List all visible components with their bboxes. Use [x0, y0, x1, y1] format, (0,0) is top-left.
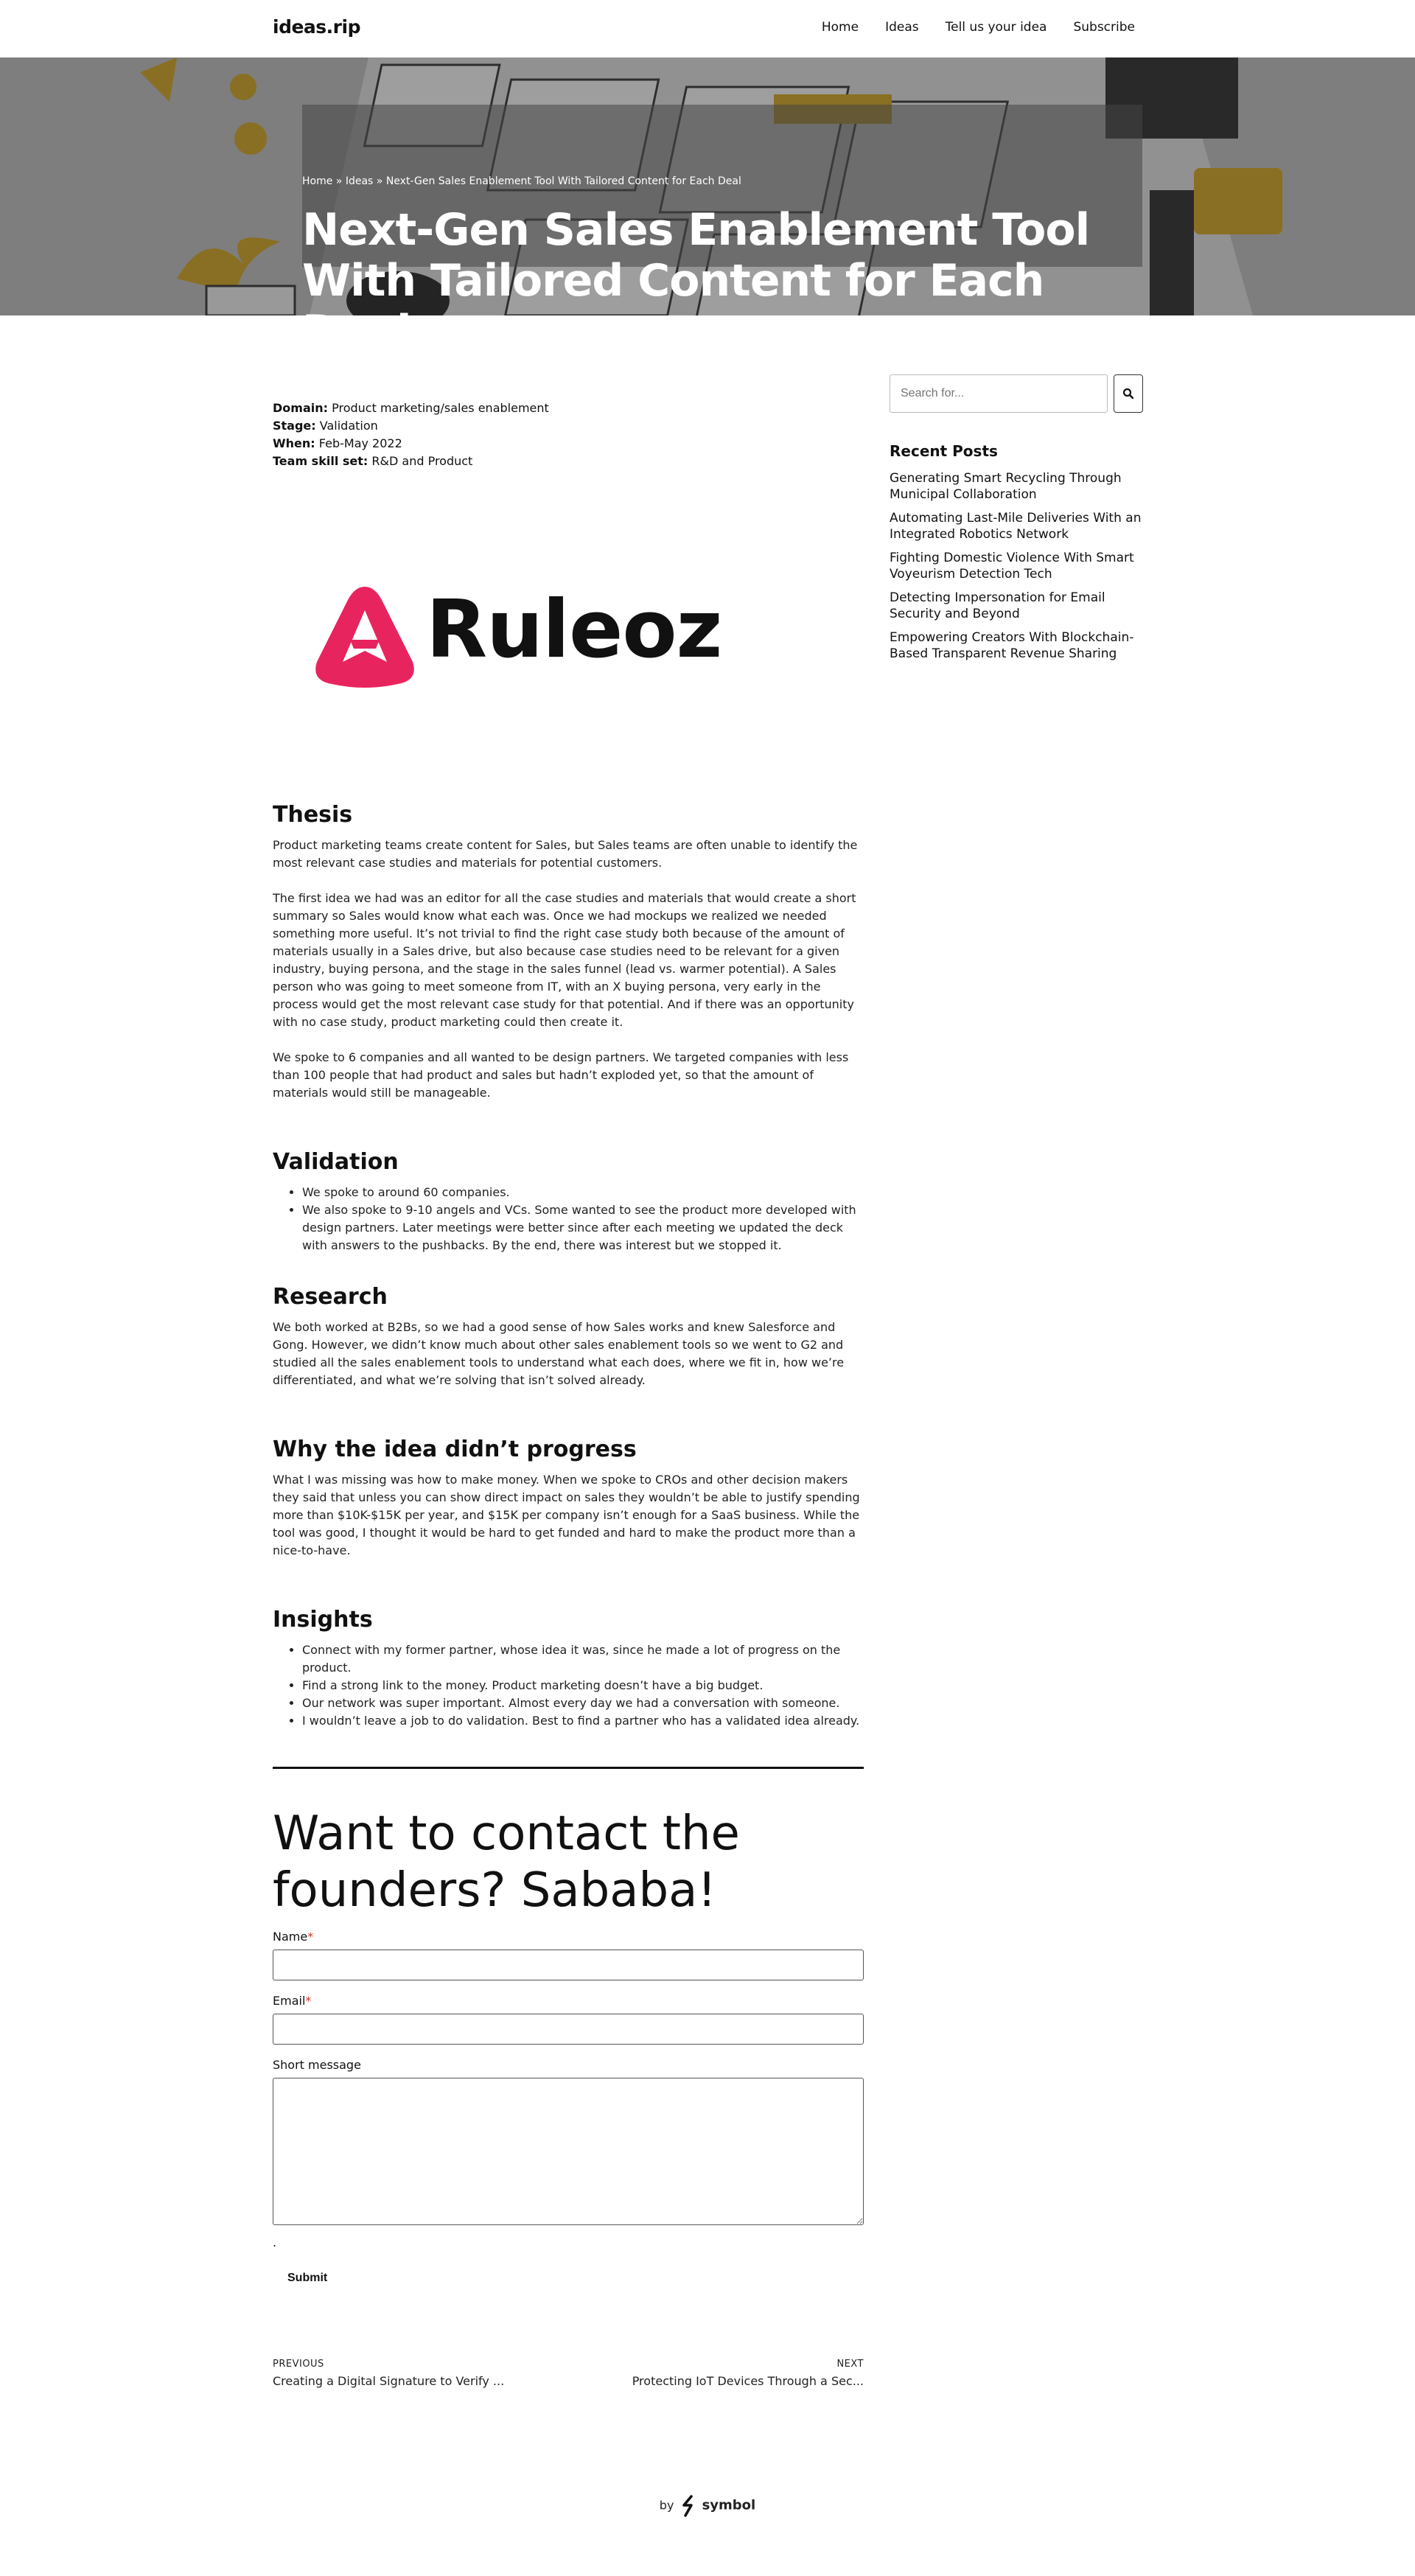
previous-title: Creating a Digital Signature to Verify .…: [273, 2373, 505, 2388]
meta-domain: Domain: Product marketing/sales enableme…: [273, 401, 549, 415]
name-field[interactable]: [273, 1949, 864, 1980]
symbol-logo-icon: [682, 2495, 693, 2517]
thesis-paragraph: The first idea we had was an editor for …: [273, 891, 856, 1029]
hero-banner: Home » Ideas » Next-Gen Sales Enablement…: [0, 57, 1415, 315]
why-paragraph: What I was missing was how to make money…: [273, 1473, 860, 1557]
sidebar: Recent Posts Generating Smart Recycling …: [890, 374, 1143, 669]
list-item: Automating Last-Mile Deliveries With an …: [890, 510, 1143, 542]
meta-stage: Stage: Validation: [273, 419, 378, 433]
message-field[interactable]: [273, 2077, 864, 2225]
message-label: Short message: [273, 2057, 361, 2072]
next-title: Protecting IoT Devices Through a Sec...: [632, 2373, 864, 2388]
footer-by: by: [659, 2498, 674, 2513]
email-field[interactable]: [273, 2013, 864, 2045]
idea-meta: Domain: Product marketing/sales enableme…: [273, 399, 864, 470]
article-content: Domain: Product marketing/sales enableme…: [273, 315, 864, 2395]
section-why-not-progress: Why the idea didn’t progress What I was …: [273, 1437, 864, 1560]
list-item: Generating Smart Recycling Through Munic…: [890, 470, 1143, 503]
section-title-validation: Validation: [273, 1149, 399, 1175]
previous-post-link[interactable]: PREVIOUS Creating a Digital Signature to…: [273, 2359, 504, 2388]
search-widget: [890, 374, 1143, 413]
breadcrumb-current: Next-Gen Sales Enablement Tool With Tail…: [385, 175, 741, 187]
section-research: Research We both worked at B2Bs, so we h…: [273, 1284, 864, 1389]
email-label: Email*: [273, 1993, 312, 2008]
list-item: We spoke to around 60 companies.: [302, 1184, 864, 1201]
page-title-line-2: With Tailored Content for Each Deal: [302, 255, 1044, 316]
section-insights: Insights Connect with my former partner,…: [273, 1607, 864, 1730]
previous-label: PREVIOUS: [273, 2358, 324, 2370]
search-button[interactable]: [1114, 374, 1143, 413]
recent-post-link[interactable]: Generating Smart Recycling Through Munic…: [890, 471, 1122, 502]
featured-image: Ruleoz: [273, 559, 864, 721]
list-item: Empowering Creators With Blockchain-Base…: [890, 629, 1143, 662]
page-body: Domain: Product marketing/sales enableme…: [0, 315, 1415, 2576]
section-title-thesis: Thesis: [273, 802, 353, 828]
main-nav: Home Ideas Tell us your idea Subscribe: [822, 20, 1135, 35]
search-icon: [1122, 388, 1134, 399]
insights-list: Connect with my former partner, whose id…: [302, 1641, 864, 1730]
thesis-paragraph: We spoke to 6 companies and all wanted t…: [273, 1050, 849, 1100]
nav-ideas[interactable]: Ideas: [885, 20, 919, 35]
section-thesis: Thesis Product marketing teams create co…: [273, 802, 864, 1102]
ruleoz-logo-text: Ruleoz: [426, 584, 722, 676]
site-header: ideas.rip Home Ideas Tell us your idea S…: [0, 0, 1415, 57]
section-validation: Validation We spoke to around 60 compani…: [273, 1149, 864, 1254]
meta-when: When: Feb-May 2022: [273, 436, 402, 450]
breadcrumb-ideas[interactable]: Ideas: [346, 175, 374, 187]
recent-posts-list: Generating Smart Recycling Through Munic…: [890, 470, 1143, 662]
list-item: I wouldn’t leave a job to do validation.…: [302, 1712, 864, 1730]
list-item: We also spoke to 9-10 angels and VCs. So…: [302, 1201, 864, 1254]
breadcrumb-home[interactable]: Home: [302, 175, 332, 187]
research-paragraph: We both worked at B2Bs, so we had a good…: [273, 1320, 845, 1387]
recent-post-link[interactable]: Detecting Impersonation for Email Securi…: [890, 590, 1105, 621]
ruleoz-logo-icon: [315, 587, 414, 688]
next-post-link[interactable]: NEXT Protecting IoT Devices Through a Se…: [632, 2359, 864, 2388]
list-item: Find a strong link to the money. Product…: [302, 1677, 864, 1694]
section-divider: [273, 1767, 864, 1769]
contact-title: Want to contact the founders? Sababa!: [273, 1807, 740, 1918]
list-item: Connect with my former partner, whose id…: [302, 1641, 864, 1677]
contact-form-section: Want to contact the founders? Sababa! Na…: [273, 1806, 864, 2285]
page-title-line-1: Next-Gen Sales Enablement Tool: [302, 204, 1090, 256]
name-label: Name*: [273, 1929, 314, 1944]
footer-brand[interactable]: symbol: [702, 2498, 756, 2513]
recent-posts-title: Recent Posts: [890, 442, 998, 460]
breadcrumb-separator: »: [335, 175, 343, 187]
breadcrumb: Home » Ideas » Next-Gen Sales Enablement…: [302, 175, 741, 187]
thesis-paragraph: Product marketing teams create content f…: [273, 838, 858, 870]
form-dot: .: [273, 2235, 277, 2249]
submit-button[interactable]: Submit: [287, 2272, 327, 2285]
nav-tell-us-your-idea[interactable]: Tell us your idea: [946, 20, 1047, 35]
breadcrumb-separator: »: [376, 175, 383, 187]
nav-home[interactable]: Home: [822, 20, 859, 35]
validation-list: We spoke to around 60 companies. We also…: [302, 1184, 864, 1254]
next-label: NEXT: [836, 2358, 864, 2370]
list-item: Our network was super important. Almost …: [302, 1694, 864, 1712]
section-title-research: Research: [273, 1284, 388, 1310]
meta-team-skill-set: Team skill set: R&D and Product: [273, 454, 473, 468]
recent-post-link[interactable]: Automating Last-Mile Deliveries With an …: [890, 511, 1141, 542]
section-title-why: Why the idea didn’t progress: [273, 1437, 637, 1462]
nav-subscribe[interactable]: Subscribe: [1073, 20, 1135, 35]
site-logo[interactable]: ideas.rip: [273, 16, 360, 38]
page-title: Next-Gen Sales Enablement Tool With Tail…: [302, 204, 1135, 316]
search-input[interactable]: [890, 374, 1108, 413]
recent-post-link[interactable]: Fighting Domestic Violence With Smart Vo…: [890, 551, 1134, 582]
list-item: Detecting Impersonation for Email Securi…: [890, 590, 1143, 622]
section-title-insights: Insights: [273, 1607, 373, 1633]
list-item: Fighting Domestic Violence With Smart Vo…: [890, 550, 1143, 582]
recent-post-link[interactable]: Empowering Creators With Blockchain-Base…: [890, 630, 1133, 661]
post-navigation: PREVIOUS Creating a Digital Signature to…: [273, 2359, 864, 2395]
site-footer: by symbol: [0, 2495, 1415, 2539]
